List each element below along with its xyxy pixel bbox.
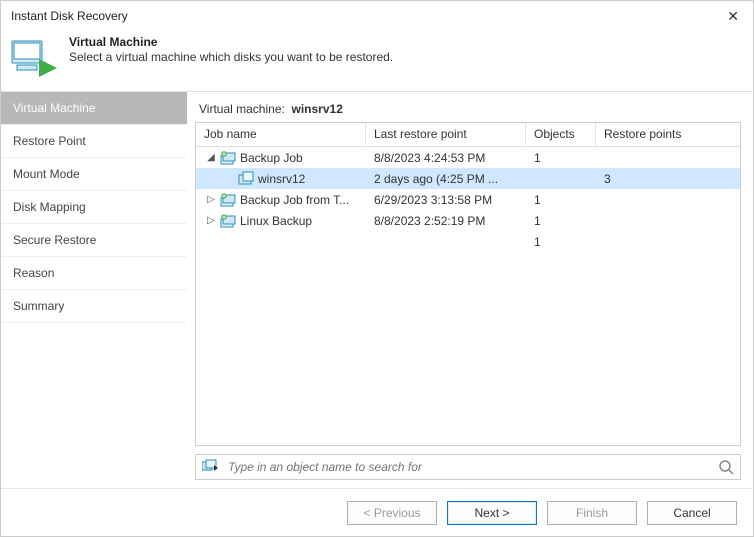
sidebar-item-virtual-machine[interactable]: Virtual Machine [1, 92, 187, 125]
vm-name-text: winsrv12 [292, 102, 343, 116]
cell-restore-points [596, 199, 740, 201]
row-name-text: Backup Job [240, 151, 303, 165]
grid-header: Job name Last restore point Objects Rest… [196, 123, 740, 147]
row-name-text: Backup Job from T... [240, 193, 349, 207]
cell-last-restore-point: 6/29/2023 3:13:58 PM [366, 192, 526, 208]
search-bar [195, 454, 741, 480]
sidebar-item-label: Summary [13, 299, 64, 313]
sidebar-item-label: Secure Restore [13, 233, 96, 247]
cell-job-name: winsrv12 [196, 171, 366, 187]
selected-vm-label: Virtual machine: winsrv12 [195, 100, 741, 122]
sidebar-item-label: Reason [13, 266, 54, 280]
column-header-objects[interactable]: Objects [526, 123, 596, 146]
wizard-footer: < Previous Next > Finish Cancel [1, 488, 753, 536]
cell-job-name: ▷ Linux Backup [196, 213, 366, 229]
job-icon [220, 192, 236, 208]
wizard-window: Instant Disk Recovery ✕ Virtual Machine … [0, 0, 754, 537]
search-input[interactable] [226, 459, 712, 475]
vm-icon [238, 171, 254, 187]
cell-last-restore-point: 8/8/2023 4:24:53 PM [366, 150, 526, 166]
expander-icon[interactable]: ▷ [206, 194, 216, 205]
grid-body[interactable]: ◢Backup Job8/8/2023 4:24:53 PM1winsrv122… [196, 147, 740, 445]
page-subtitle: Select a virtual machine which disks you… [69, 50, 393, 64]
blank-icon [220, 234, 236, 250]
cell-last-restore-point [366, 241, 526, 243]
cancel-button[interactable]: Cancel [647, 501, 737, 525]
sidebar-item-disk-mapping[interactable]: Disk Mapping [1, 191, 187, 224]
main-panel: Virtual machine: winsrv12 Job name Last … [187, 92, 753, 488]
cell-last-restore-point: 8/8/2023 2:52:19 PM [366, 213, 526, 229]
previous-button[interactable]: < Previous [347, 501, 437, 525]
job-icon [220, 213, 236, 229]
table-row[interactable]: ▷ Linux Backup 8/8/2023 2:52:19 PM1 [196, 210, 740, 231]
column-header-job-name[interactable]: Job name [196, 123, 366, 146]
cell-objects: 1 [526, 234, 596, 250]
sidebar-item-mount-mode[interactable]: Mount Mode [1, 158, 187, 191]
table-row[interactable]: winsrv12 2 days ago (4:25 PM ... 3 [196, 168, 740, 189]
row-name-text: Linux Backup [240, 214, 312, 228]
job-icon [220, 150, 236, 166]
column-header-restore-points[interactable]: Restore points [596, 123, 740, 146]
sidebar-item-label: Disk Mapping [13, 200, 86, 214]
cell-restore-points [596, 157, 740, 159]
cell-job-name: ▷ Backup Job from T... [196, 192, 366, 208]
row-name-text: winsrv12 [258, 172, 305, 186]
sidebar-item-restore-point[interactable]: Restore Point [1, 125, 187, 158]
vm-search-icon[interactable] [202, 459, 220, 475]
expander-icon[interactable]: ◢ [206, 152, 216, 163]
sidebar-item-label: Restore Point [13, 134, 86, 148]
jobs-grid: Job name Last restore point Objects Rest… [195, 122, 741, 446]
search-icon[interactable] [718, 459, 734, 475]
column-header-last-restore-point[interactable]: Last restore point [366, 123, 526, 146]
close-icon[interactable]: ✕ [721, 6, 745, 27]
cell-job-name [196, 234, 366, 250]
sidebar-item-summary[interactable]: Summary [1, 290, 187, 323]
cell-objects: 1 [526, 192, 596, 208]
next-button[interactable]: Next > [447, 501, 537, 525]
wizard-body: Virtual Machine Restore Point Mount Mode… [1, 91, 753, 488]
table-row[interactable]: ◢ Backup Job 8/8/2023 4:24:53 PM1 [196, 147, 740, 168]
sidebar-item-label: Mount Mode [13, 167, 80, 181]
sidebar-item-reason[interactable]: Reason [1, 257, 187, 290]
expander-icon[interactable]: ▷ [206, 215, 216, 226]
cell-last-restore-point: 2 days ago (4:25 PM ... [366, 171, 526, 187]
table-row[interactable]: ▷ Backup Job from T... 6/29/2023 3:13:58 P… [196, 189, 740, 210]
cell-job-name: ◢ Backup Job [196, 150, 366, 166]
cell-restore-points [596, 220, 740, 222]
wizard-header-text: Virtual Machine Select a virtual machine… [69, 35, 393, 85]
wizard-step-icon [11, 37, 57, 83]
cell-objects [526, 178, 596, 180]
window-title: Instant Disk Recovery [11, 9, 128, 23]
sidebar-item-label: Virtual Machine [13, 101, 96, 115]
wizard-sidebar: Virtual Machine Restore Point Mount Mode… [1, 92, 187, 488]
cell-restore-points: 3 [596, 171, 740, 187]
table-row[interactable]: 1 [196, 231, 740, 252]
cell-restore-points [596, 241, 740, 243]
cell-objects: 1 [526, 150, 596, 166]
finish-button[interactable]: Finish [547, 501, 637, 525]
page-title: Virtual Machine [69, 35, 393, 49]
vm-label-text: Virtual machine: [199, 102, 285, 116]
wizard-header: Virtual Machine Select a virtual machine… [1, 31, 753, 91]
titlebar: Instant Disk Recovery ✕ [1, 1, 753, 31]
cell-objects: 1 [526, 213, 596, 229]
sidebar-item-secure-restore[interactable]: Secure Restore [1, 224, 187, 257]
